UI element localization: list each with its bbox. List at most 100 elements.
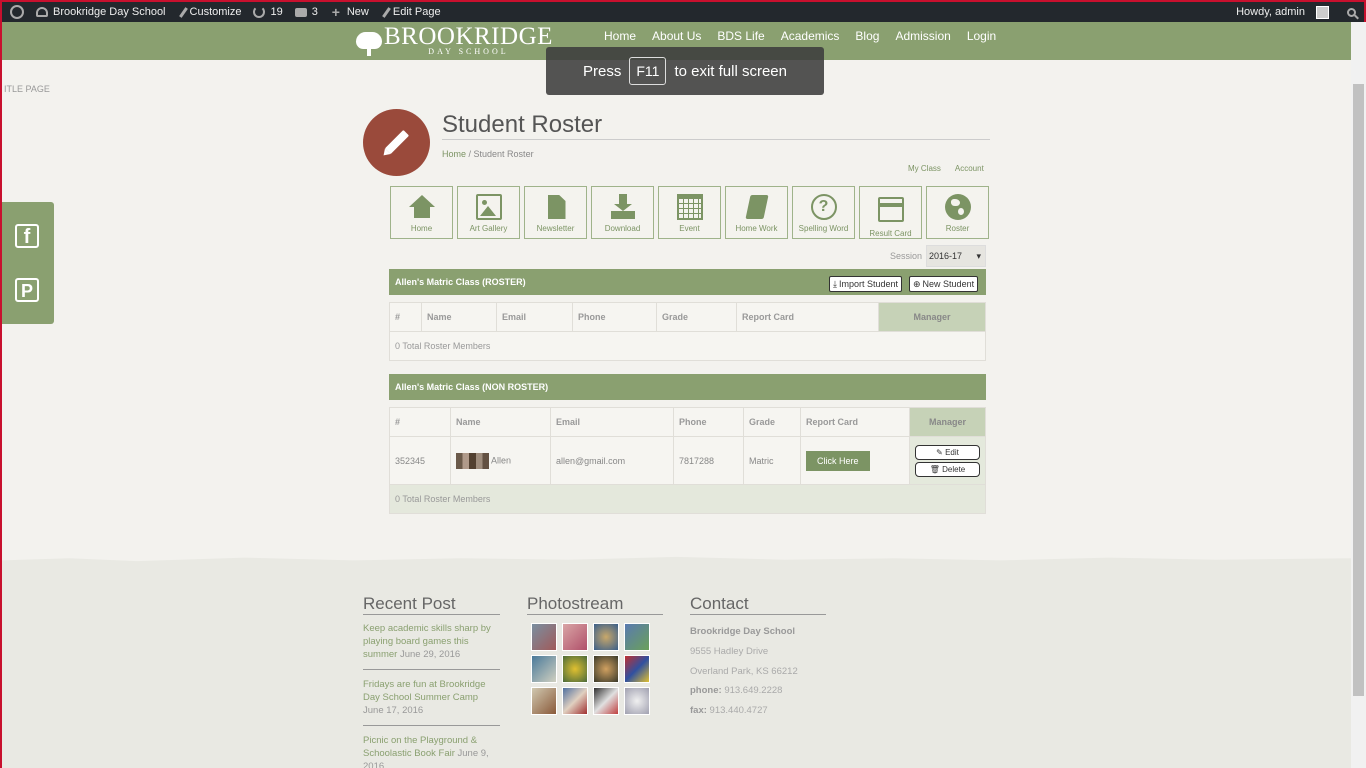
tile-result-card[interactable]: Result Card (859, 186, 922, 239)
calendar-icon (676, 194, 703, 220)
photo-thumb[interactable] (593, 687, 619, 715)
recent-posts-list: Keep academic skills sharp by playing bo… (363, 622, 500, 768)
photo-thumb[interactable] (562, 687, 588, 715)
tile-newsletter[interactable]: Newsletter (524, 186, 587, 239)
nav-bds-life[interactable]: BDS Life (717, 29, 764, 43)
col-report-card: Report Card (736, 302, 879, 332)
photostream-title: Photostream (527, 594, 624, 613)
tile-label: Home (410, 224, 433, 233)
report-card-button[interactable]: Click Here (806, 450, 870, 471)
edit-page-link[interactable]: Edit Page (375, 2, 447, 22)
tile-label: Download (604, 224, 641, 233)
session-select[interactable]: 2016-17 ▾ (926, 245, 987, 267)
tile-roster[interactable]: Roster (926, 186, 989, 239)
photo-thumb[interactable] (562, 623, 588, 651)
photo-thumb[interactable] (531, 687, 557, 715)
contact-street: 9555 Hadley Drive (690, 645, 769, 657)
nav-login[interactable]: Login (967, 29, 996, 43)
photo-thumb[interactable] (593, 623, 619, 651)
fullscreen-key: F11 (629, 57, 667, 85)
nav-blog[interactable]: Blog (855, 29, 879, 43)
import-student-button[interactable]: ⤓ Import Student (829, 276, 903, 292)
customize-link[interactable]: Customize (172, 2, 248, 22)
facebook-icon[interactable]: f (15, 224, 39, 248)
edit-button[interactable]: ✎ Edit (915, 444, 980, 460)
breadcrumb-current: Student Roster (473, 149, 534, 159)
tile-home[interactable]: Home (390, 186, 453, 239)
nav-home[interactable]: Home (604, 29, 636, 43)
my-account-menu[interactable]: Howdy, admin (1230, 2, 1335, 22)
title-divider (442, 139, 990, 140)
photo-thumb[interactable] (624, 623, 650, 651)
page-icon-circle (363, 109, 430, 176)
contact-fax: 913.440.4727 (709, 705, 768, 717)
session-value: 2016-17 (929, 251, 963, 261)
site-footer (2, 562, 1351, 768)
tile-home-work[interactable]: Home Work (725, 186, 788, 239)
scrollbar-thumb[interactable] (1353, 84, 1364, 696)
site-name-menu[interactable]: Brookridge Day School (30, 2, 172, 22)
dashboard-tiles: Home Art Gallery Newsletter Download Eve… (390, 186, 989, 239)
my-class-link[interactable]: My Class (908, 164, 941, 173)
wordpress-icon (10, 5, 24, 19)
col-name: Name (421, 302, 497, 332)
photo-thumb[interactable] (624, 655, 650, 683)
col-grade: Grade (656, 302, 737, 332)
breadcrumb-home[interactable]: Home (442, 149, 466, 159)
wp-logo-menu[interactable] (2, 2, 30, 22)
photo-thumb[interactable] (624, 687, 650, 715)
account-link[interactable]: Account (955, 164, 984, 173)
nav-admission[interactable]: Admission (895, 29, 950, 43)
comments-link[interactable]: 3 (289, 2, 324, 22)
page-title: Student Roster (442, 111, 603, 138)
tile-spelling-word[interactable]: ? Spelling Word (792, 186, 855, 239)
photostream-grid (531, 623, 650, 715)
site-logo[interactable]: BROOKRIDGE DAY SCHOOL (356, 24, 553, 56)
contact-rule (690, 614, 826, 615)
new-content-menu[interactable]: + New (324, 2, 375, 22)
breadcrumb: Home / Student Roster (442, 149, 534, 159)
post-title[interactable]: Fridays are fun at Brookridge Day School… (363, 679, 486, 703)
breadcrumb-separator: / (466, 149, 474, 159)
download-icon: ⤓ (833, 278, 837, 289)
howdy-label: Howdy, admin (1236, 6, 1305, 18)
search-icon[interactable] (1347, 7, 1356, 17)
delete-button[interactable]: 🗑 Delete (915, 461, 980, 477)
tile-label: Event (679, 224, 700, 233)
student-email: allen@gmail.com (550, 436, 674, 485)
tile-event[interactable]: Event (658, 186, 721, 239)
account-links: My Class Account (908, 164, 984, 173)
tile-download[interactable]: Download (591, 186, 654, 239)
pinterest-icon[interactable]: P (15, 278, 39, 302)
photo-thumb[interactable] (531, 623, 557, 651)
photo-thumb[interactable] (593, 655, 619, 683)
updates-link[interactable]: 19 (247, 2, 288, 22)
fullscreen-post: to exit full screen (674, 62, 787, 80)
contact-title: Contact (690, 594, 749, 613)
list-item[interactable]: Fridays are fun at Brookridge Day School… (363, 678, 500, 726)
session-label: Session (890, 251, 923, 261)
updates-icon (253, 6, 266, 18)
page-scrollbar[interactable] (1351, 22, 1366, 768)
nonroster-total: 0 Total Roster Members (389, 484, 986, 514)
list-item[interactable]: Keep academic skills sharp by playing bo… (363, 622, 500, 670)
document-icon (543, 194, 569, 220)
col-phone: Phone (572, 302, 657, 332)
photo-thumb[interactable] (531, 655, 557, 683)
nonroster-table: # Name Email Phone Grade Report Card Man… (389, 407, 986, 514)
table-row: 352345 Allen allen@gmail.com 7817288 Mat… (389, 436, 986, 485)
new-label: New (346, 6, 369, 18)
tile-art-gallery[interactable]: Art Gallery (457, 186, 520, 239)
photo-thumb[interactable] (562, 655, 588, 683)
question-icon: ? (810, 194, 837, 220)
new-student-label: New Student (922, 279, 975, 289)
nav-about-us[interactable]: About Us (652, 29, 701, 43)
tile-label: Result Card (869, 229, 912, 238)
contact-phone: 913.649.2228 (724, 685, 783, 697)
nav-academics[interactable]: Academics (781, 29, 840, 43)
new-student-button[interactable]: ⊕ New Student (909, 276, 979, 292)
list-item[interactable]: Picnic on the Playground & Schoolastic B… (363, 734, 500, 768)
plus-icon: + (331, 4, 340, 20)
recent-post-rule (363, 614, 500, 615)
col-number: # (389, 302, 422, 332)
